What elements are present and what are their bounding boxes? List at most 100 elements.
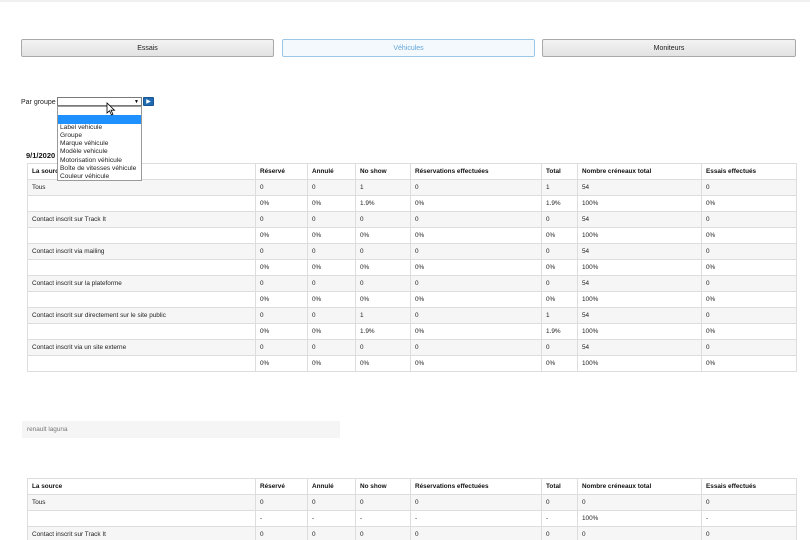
table-cell: 0 — [701, 494, 797, 511]
table-cell — [27, 355, 256, 372]
table-cell: 0 — [541, 275, 578, 292]
table-cell — [27, 291, 256, 308]
table-cell: - — [701, 510, 797, 527]
table-cell: 0 — [355, 339, 411, 356]
table-cell: 0 — [355, 275, 411, 292]
table-cell: Contact inscrit via mailing — [27, 243, 256, 260]
dropdown-option[interactable]: Modèle vehicule — [58, 148, 141, 156]
table-cell: 0% — [307, 291, 356, 308]
table-cell: Tous — [27, 494, 256, 511]
table-cell: 0% — [307, 323, 356, 340]
table-cell: 0% — [255, 227, 308, 244]
table-cell: 1 — [355, 179, 411, 196]
table-row: 0% 0% 1.9% 0% 1.9% 100% 0% — [27, 195, 797, 212]
table-cell: 0 — [355, 211, 411, 228]
table-cell: Contact inscrit sur Track It — [27, 211, 256, 228]
table-cell: 100% — [577, 355, 702, 372]
table-cell: 1.9% — [541, 323, 578, 340]
table-cell: 0% — [255, 323, 308, 340]
table-cell — [27, 510, 256, 527]
column-header: Réservé — [255, 478, 308, 495]
table-cell: 0 — [255, 275, 308, 292]
table-cell: 0 — [410, 307, 542, 324]
table-cell: 0% — [541, 355, 578, 372]
table-cell: 0% — [255, 291, 308, 308]
table-cell: 0 — [701, 211, 797, 228]
table-row: 0% 0% 0% 0% 0% 100% 0% — [27, 355, 797, 372]
table-cell: 0 — [307, 179, 356, 196]
dropdown-option[interactable]: Couleur véhicule — [58, 173, 141, 181]
table-cell: 0 — [541, 211, 578, 228]
table-cell: 0% — [307, 355, 356, 372]
table-cell: 0% — [307, 195, 356, 212]
table-cell: 100% — [577, 510, 702, 527]
table-cell: 1 — [355, 307, 411, 324]
table-cell: 100% — [577, 323, 702, 340]
table-cell: 0 — [410, 526, 542, 540]
column-header: Nombre créneaux total — [577, 478, 702, 495]
table-row: Contact inscrit sur la plateforme 0 0 0 0 0 54… — [27, 275, 797, 292]
table-cell: 0 — [307, 211, 356, 228]
table-cell: - — [541, 510, 578, 527]
table-cell: Contact inscrit via un site externe — [27, 339, 256, 356]
dropdown-option[interactable]: Label vehicule — [58, 124, 141, 132]
table-cell: 1 — [541, 307, 578, 324]
table-cell: Tous — [27, 179, 256, 196]
table-cell: 0% — [541, 259, 578, 276]
table-cell: 0 — [307, 275, 356, 292]
table-cell: 0% — [701, 195, 797, 212]
table-cell: 0% — [355, 355, 411, 372]
table-cell: 0 — [255, 179, 308, 196]
mouse-cursor-icon — [106, 102, 116, 116]
table-cell: 0 — [355, 526, 411, 540]
table-cell: 0 — [410, 339, 542, 356]
table-cell: 54 — [577, 243, 702, 260]
table-cell: 0% — [410, 323, 542, 340]
table-cell: 0% — [701, 227, 797, 244]
dropdown-option[interactable]: Boîte de vitesses véhicule — [58, 165, 141, 173]
table-cell: 0% — [307, 227, 356, 244]
table-cell: 0 — [255, 243, 308, 260]
table-cell: 0 — [307, 494, 356, 511]
dropdown-option[interactable]: Marque véhicule — [58, 140, 141, 148]
apply-filter-button[interactable]: ▶ — [143, 97, 154, 106]
table-cell: 0% — [255, 355, 308, 372]
stats-table-vehicle: La source Réservé Annulé No show Réservation… — [27, 478, 797, 540]
tab-vehicules[interactable]: Véhicules — [282, 39, 535, 57]
table-cell: 0 — [307, 339, 356, 356]
dropdown-option[interactable]: Groupe — [58, 132, 141, 140]
table-cell: Contact inscrit sur Track It — [27, 526, 256, 540]
section-date-title: 9/1/2020 — [26, 151, 56, 160]
table-cell: 100% — [577, 195, 702, 212]
table-cell: 100% — [577, 291, 702, 308]
table-cell: 0 — [701, 339, 797, 356]
table-cell: 0 — [255, 494, 308, 511]
table-cell: 0 — [410, 275, 542, 292]
table-cell: 0% — [355, 291, 411, 308]
table-cell: 0 — [701, 179, 797, 196]
table-row: - - - - -100% - — [27, 510, 797, 527]
table-row: Tous 0 0 1 0 1 54 0 — [27, 179, 797, 196]
table-cell: 0 — [255, 211, 308, 228]
group-select[interactable]: ▼ — [57, 97, 142, 106]
column-header: Réservations effectuées — [410, 163, 542, 180]
table-cell: 0 — [355, 494, 411, 511]
tab-essais[interactable]: Essais — [21, 39, 274, 57]
dropdown-option[interactable] — [58, 115, 141, 124]
dropdown-option[interactable]: Motorisation véhicule — [58, 157, 141, 165]
table-cell: 0 — [701, 243, 797, 260]
table-cell: 0 — [307, 526, 356, 540]
table-cell: 100% — [577, 259, 702, 276]
chevron-down-icon: ▼ — [134, 99, 139, 105]
table-cell: 0 — [701, 526, 797, 540]
table-cell: 0 — [255, 526, 308, 540]
table-cell: 54 — [577, 179, 702, 196]
column-header: Total — [541, 163, 578, 180]
table-cell: 0 — [541, 243, 578, 260]
table-cell: 0% — [541, 227, 578, 244]
tab-moniteurs[interactable]: Moniteurs — [542, 39, 796, 57]
table-row: Contact inscrit via un site externe 0 0 0 0 0… — [27, 339, 797, 356]
table-cell: 0% — [410, 291, 542, 308]
table-cell: 0% — [355, 259, 411, 276]
dropdown-option[interactable] — [58, 107, 141, 115]
